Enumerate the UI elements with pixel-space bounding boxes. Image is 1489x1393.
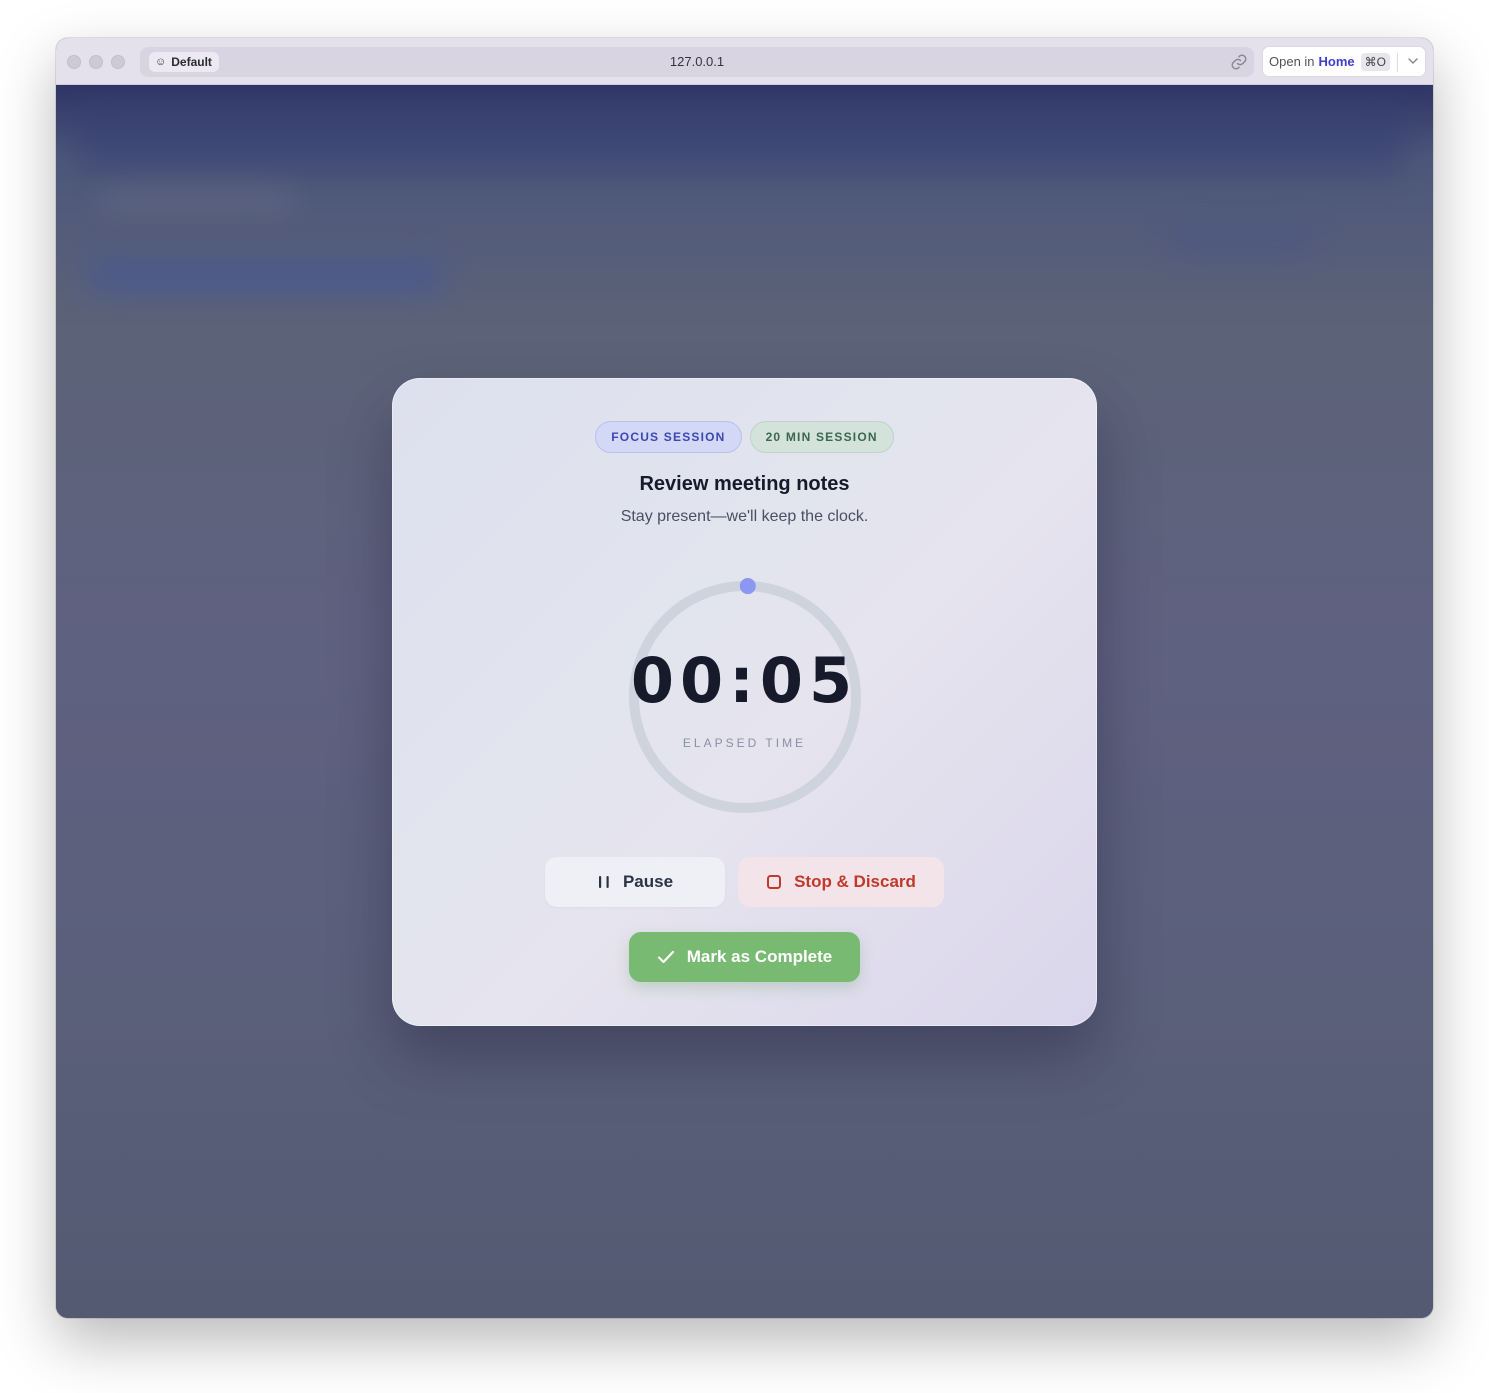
close-window-button[interactable] [67, 55, 81, 69]
browser-window: ☺ Default 127.0.0.1 Open in Home ⌘O FOCU… [56, 38, 1433, 1318]
url-text[interactable]: 127.0.0.1 [140, 54, 1254, 69]
address-bar[interactable]: ☺ Default 127.0.0.1 [140, 47, 1254, 77]
page-backdrop: FOCUS SESSION 20 MIN SESSION Review meet… [56, 85, 1433, 1318]
window-controls [67, 55, 125, 69]
mark-complete-button[interactable]: Mark as Complete [629, 932, 860, 982]
divider [1397, 53, 1398, 72]
mark-complete-label: Mark as Complete [686, 947, 833, 966]
focus-session-badge: FOCUS SESSION [595, 421, 742, 453]
session-subtitle: Stay present—we'll keep the clock. [620, 508, 869, 525]
session-duration-badge: 20 MIN SESSION [749, 421, 894, 453]
focus-timer-dialog: FOCUS SESSION 20 MIN SESSION Review meet… [392, 378, 1097, 1026]
elapsed-time: 00:05 [630, 644, 859, 717]
stop-icon [766, 874, 782, 890]
open-in-prefix: Open in [1269, 54, 1315, 69]
stop-discard-button[interactable]: Stop & Discard [738, 857, 944, 907]
chevron-down-icon[interactable] [1407, 55, 1419, 67]
open-in-button[interactable]: Open in Home ⌘O [1262, 46, 1426, 77]
pause-button[interactable]: Pause [545, 857, 725, 907]
pause-icon [597, 874, 611, 890]
task-title: Review meeting notes [639, 473, 850, 495]
elapsed-time-label: ELAPSED TIME [682, 736, 807, 750]
background-blur [86, 255, 446, 295]
background-blur [96, 185, 296, 215]
session-badges: FOCUS SESSION 20 MIN SESSION [392, 421, 1097, 453]
zoom-window-button[interactable] [111, 55, 125, 69]
open-in-shortcut: ⌘O [1360, 52, 1391, 71]
stop-discard-label: Stop & Discard [794, 872, 916, 891]
minimize-window-button[interactable] [89, 55, 103, 69]
background-blur [1166, 220, 1316, 256]
checkmark-icon [657, 949, 675, 965]
progress-ring-handle [739, 578, 756, 595]
browser-toolbar: ☺ Default 127.0.0.1 Open in Home ⌘O [56, 38, 1433, 85]
open-in-target: Home [1318, 54, 1355, 69]
link-icon[interactable] [1230, 53, 1248, 71]
background-blur [76, 105, 1406, 175]
pause-button-label: Pause [622, 872, 674, 891]
